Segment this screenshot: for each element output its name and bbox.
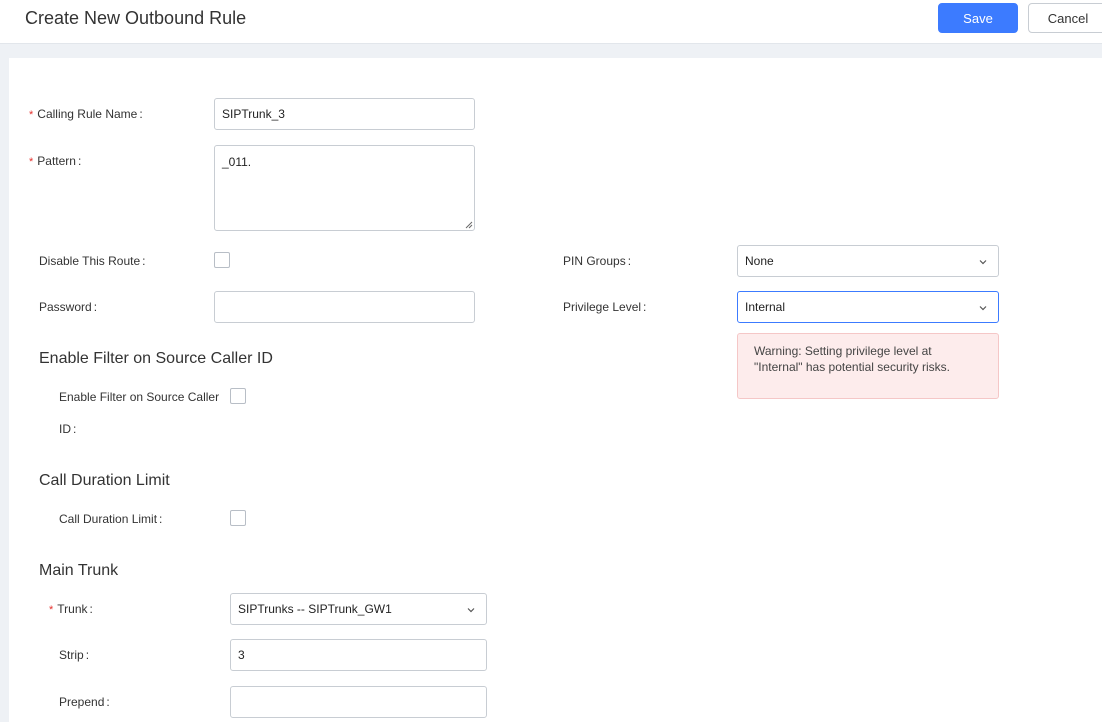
- cancel-button[interactable]: Cancel: [1028, 3, 1102, 33]
- call-duration-label: Call Duration Limit:: [59, 512, 163, 526]
- trunk-value: SIPTrunks -- SIPTrunk_GW1: [238, 602, 392, 616]
- pattern-value: _011.: [222, 155, 252, 169]
- pin-groups-label: PIN Groups:: [563, 254, 632, 268]
- strip-value: 3: [238, 648, 245, 662]
- strip-label: Strip:: [59, 648, 90, 662]
- password-label: Password:: [39, 300, 98, 314]
- required-marker: *: [29, 156, 34, 168]
- password-input[interactable]: [214, 291, 475, 323]
- pattern-textarea[interactable]: _011.: [214, 145, 475, 231]
- required-marker: *: [29, 109, 34, 121]
- chevron-down-icon: [467, 608, 475, 613]
- main-trunk-section-title: Main Trunk: [39, 562, 119, 579]
- pin-groups-value: None: [745, 254, 774, 268]
- privilege-level-select[interactable]: Internal: [737, 291, 999, 323]
- page-header: Create New Outbound Rule Save Cancel: [0, 0, 1102, 44]
- chevron-down-icon: [979, 306, 987, 311]
- pin-groups-select[interactable]: None: [737, 245, 999, 277]
- filter-section-title: Enable Filter on Source Caller ID: [39, 350, 273, 367]
- filter-label-line1: Enable Filter on Source Caller: [59, 390, 220, 404]
- duration-section-title: Call Duration Limit: [39, 472, 170, 489]
- chevron-down-icon: [979, 260, 987, 265]
- disable-route-checkbox[interactable]: [214, 252, 230, 268]
- disable-route-label: Disable This Route:: [39, 254, 146, 268]
- filter-source-caller-checkbox[interactable]: [230, 388, 246, 404]
- trunk-label: * Trunk:: [49, 602, 93, 616]
- trunk-select[interactable]: SIPTrunks -- SIPTrunk_GW1: [230, 593, 487, 625]
- save-button[interactable]: Save: [938, 3, 1018, 33]
- resize-handle-icon[interactable]: [465, 221, 473, 229]
- calling-rule-name-input[interactable]: SIPTrunk_3: [214, 98, 475, 130]
- filter-label-line2: ID:: [59, 422, 77, 436]
- call-duration-checkbox[interactable]: [230, 510, 246, 526]
- privilege-level-label: Privilege Level:: [563, 300, 647, 314]
- prepend-label: Prepend:: [59, 695, 110, 709]
- privilege-level-value: Internal: [745, 300, 786, 314]
- pattern-label: * Pattern:: [29, 154, 82, 168]
- calling-rule-name-value: SIPTrunk_3: [222, 107, 285, 121]
- prepend-input[interactable]: [230, 686, 487, 718]
- required-marker: *: [49, 604, 54, 616]
- privilege-warning: Warning: Setting privilege level at "Int…: [737, 333, 999, 399]
- strip-input[interactable]: 3: [230, 639, 487, 671]
- calling-rule-name-label: * Calling Rule Name:: [29, 107, 143, 121]
- page-title: Create New Outbound Rule: [25, 8, 247, 28]
